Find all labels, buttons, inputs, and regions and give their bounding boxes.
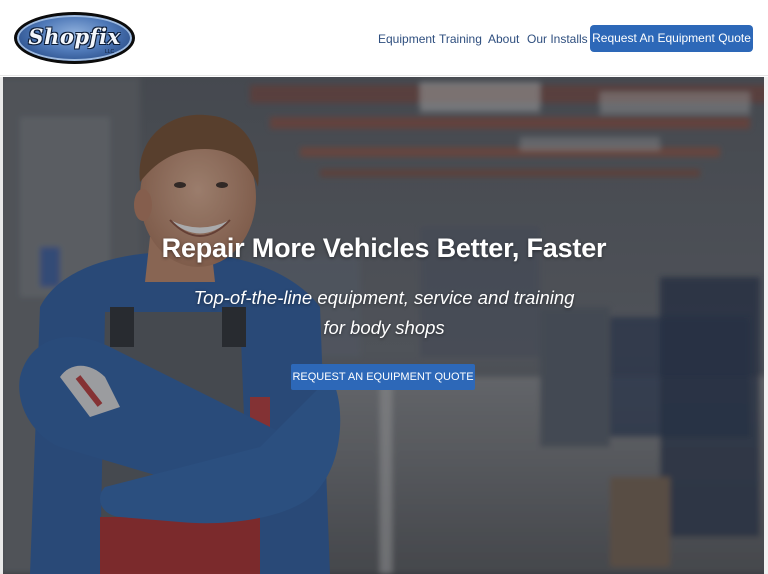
site-header: Shopfix LLC Equipment Training About Our… [0, 0, 768, 76]
shopfix-logo[interactable]: Shopfix LLC [14, 12, 135, 64]
page-frame-left [0, 77, 3, 574]
hero-subtitle-line-1: Top-of-the-line equipment, service and t… [193, 287, 575, 308]
hero-section: Repair More Vehicles Better, Faster Top-… [0, 77, 768, 574]
request-quote-header-button[interactable]: Request An Equipment Quote [590, 25, 753, 52]
hero-subtitle: Top-of-the-line equipment, service and t… [0, 283, 768, 343]
logo-wordmark: Shopfix [28, 24, 121, 49]
nav-item-equipment[interactable]: Equipment [378, 31, 435, 47]
logo-suffix: LLC [105, 49, 115, 55]
hero-title: Repair More Vehicles Better, Faster [161, 233, 607, 263]
nav-item-training[interactable]: Training [439, 31, 482, 47]
hero-subtitle-line-2: for body shops [323, 317, 445, 338]
request-quote-hero-button[interactable]: REQUEST AN EQUIPMENT QUOTE [291, 364, 475, 390]
nav-item-our-installs[interactable]: Our Installs [527, 31, 588, 47]
nav-item-about[interactable]: About [488, 31, 519, 47]
page-frame-right [764, 77, 768, 574]
